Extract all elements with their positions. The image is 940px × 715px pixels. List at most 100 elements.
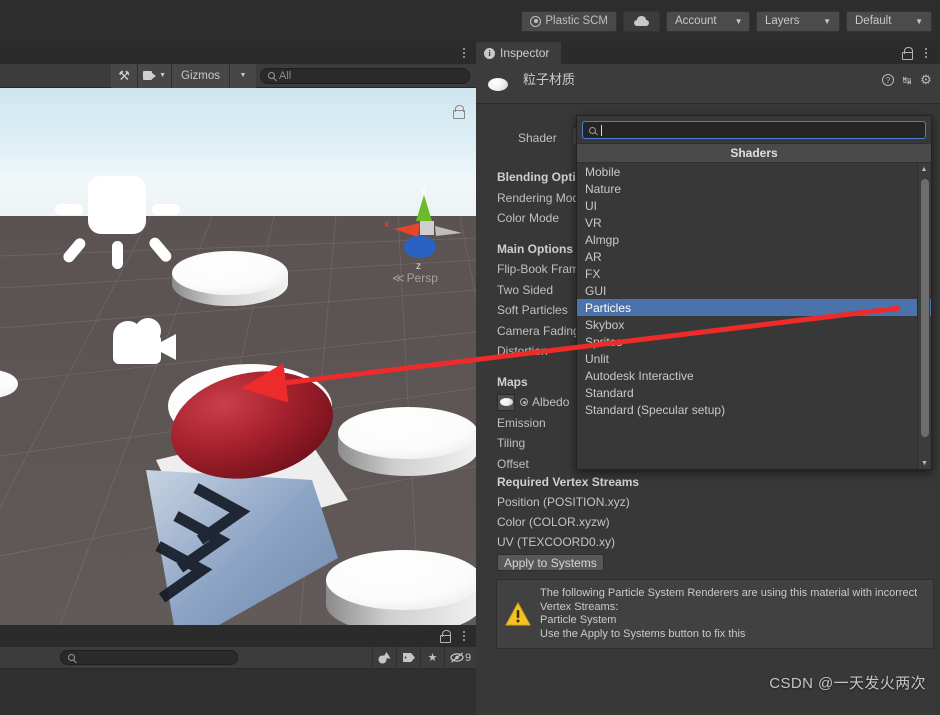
- project-tab-bar: [0, 625, 476, 647]
- search-icon: [68, 654, 75, 661]
- info-icon: i: [484, 47, 495, 59]
- scene-view-panel: ⚒ ▼ Gizmos ▼ All y x z ≪ Persp: [0, 42, 476, 625]
- cloud-icon: [634, 16, 649, 26]
- account-label: Account: [675, 15, 717, 27]
- shader-menu-item[interactable]: Almgp›: [577, 231, 931, 248]
- project-filter-icons: ★ 9: [372, 646, 476, 669]
- shader-popup-scrollbar[interactable]: ▲ ▼: [917, 163, 930, 469]
- gizmos-button[interactable]: Gizmos: [172, 63, 229, 88]
- vertex-stream-item: Position (POSITION.xyz): [497, 495, 630, 509]
- shader-search-wrap: [577, 116, 931, 143]
- scene-objects: [0, 176, 476, 625]
- shader-menu-item[interactable]: Particles›: [577, 299, 931, 316]
- shader-menu-item-label: VR: [585, 215, 602, 230]
- inspector-tab-bar: i Inspector: [476, 42, 940, 64]
- shader-menu-item[interactable]: Mobile›: [577, 163, 931, 180]
- account-dropdown[interactable]: Account ▼: [666, 10, 750, 32]
- shader-menu-item[interactable]: Standard (Specular setup): [577, 401, 931, 418]
- project-search-input[interactable]: [60, 650, 238, 665]
- warning-line: Particle System: [540, 614, 617, 626]
- help-icon[interactable]: ?: [882, 74, 894, 86]
- textured-quad-mesh: [146, 470, 338, 625]
- shader-field-label: Shader: [518, 131, 557, 145]
- chevron-down-icon: ▼: [159, 72, 167, 79]
- chevron-down-icon: ▼: [915, 16, 923, 26]
- star-icon[interactable]: ★: [420, 646, 444, 669]
- shader-menu-item-label: Particles: [585, 300, 632, 315]
- hidden-assets-indicator[interactable]: 9: [444, 646, 476, 669]
- viewport-lock-icon[interactable]: [452, 105, 465, 119]
- project-lock-icon[interactable]: [439, 629, 451, 643]
- gear-icon[interactable]: ⚙: [920, 72, 932, 87]
- cylinder-mesh: [338, 407, 476, 476]
- shader-search-input[interactable]: [582, 121, 926, 139]
- project-toolbar: ★ 9: [0, 646, 476, 669]
- projection-label-text: Persp: [406, 271, 438, 285]
- scrollbar-thumb[interactable]: [920, 179, 929, 437]
- tab-inspector[interactable]: i Inspector: [476, 42, 562, 64]
- scene-camera-button[interactable]: ▼: [138, 63, 172, 88]
- camera-gizmo-icon: [113, 318, 176, 364]
- inspector-panel: i Inspector 粒子材质 ? ↹ ⚙ Shader Particles/…: [476, 42, 940, 715]
- shader-menu-item[interactable]: AR›: [577, 248, 931, 265]
- material-preview-thumbnail[interactable]: [485, 72, 511, 96]
- shader-menu-item[interactable]: UI›: [577, 197, 931, 214]
- eye-off-icon: [450, 652, 464, 663]
- radio-dot-icon[interactable]: [520, 398, 528, 407]
- shader-menu-item-label: Skybox: [585, 317, 625, 332]
- chevron-down-icon: ▼: [734, 16, 743, 26]
- layers-dropdown[interactable]: Layers ▼: [756, 10, 840, 32]
- shader-menu-item[interactable]: FX›: [577, 265, 931, 282]
- texture-swatch-icon[interactable]: [497, 393, 515, 411]
- shader-menu-item[interactable]: Sprites›: [577, 333, 931, 350]
- shader-menu-item[interactable]: Autodesk Interactive: [577, 367, 931, 384]
- scroll-down-arrow-icon[interactable]: ▼: [918, 457, 931, 469]
- label-filter-icon[interactable]: [396, 646, 420, 669]
- shader-menu-item[interactable]: Skybox›: [577, 316, 931, 333]
- warning-line: The following Particle System Renderers …: [540, 587, 918, 599]
- material-sphere-icon: [488, 77, 508, 91]
- material-name-label: 粒子材质: [523, 72, 576, 87]
- plastic-scm-button[interactable]: Plastic SCM: [521, 10, 617, 32]
- inspector-kebab-menu-icon[interactable]: [920, 46, 932, 60]
- warning-triangle-icon: [505, 602, 531, 626]
- shader-menu-item-label: AR: [585, 249, 602, 264]
- scroll-up-arrow-icon[interactable]: ▲: [918, 163, 930, 175]
- shader-menu-item[interactable]: GUI›: [577, 282, 931, 299]
- shader-menu-item[interactable]: Nature›: [577, 180, 931, 197]
- shader-menu-item[interactable]: Standard: [577, 384, 931, 401]
- vertex-streams-heading: Required Vertex Streams: [497, 475, 640, 489]
- search-icon: [589, 126, 596, 134]
- project-kebab-menu-icon[interactable]: [458, 629, 470, 643]
- scene-orientation-gizmo[interactable]: y x z: [380, 181, 470, 276]
- cylinder-mesh: [172, 251, 288, 306]
- asset-type-filter-icon[interactable]: [372, 646, 396, 669]
- preset-icon[interactable]: ↹: [901, 74, 913, 87]
- layout-dropdown[interactable]: Default ▼: [846, 10, 932, 32]
- shader-dropdown-popup[interactable]: Shaders Mobile›Nature›UI›VR›Almgp›AR›FX›…: [576, 115, 932, 470]
- hidden-assets-count: 9: [464, 651, 472, 664]
- shader-menu-item[interactable]: VR›: [577, 214, 931, 231]
- gizmos-dropdown[interactable]: ▼: [230, 63, 256, 88]
- warning-message: The following Particle System Renderers …: [540, 587, 917, 641]
- shader-menu-item-label: FX: [585, 266, 601, 281]
- text-caret: [601, 124, 602, 136]
- scene-kebab-menu-icon[interactable]: [458, 46, 470, 60]
- cylinder-mesh: [326, 550, 476, 625]
- scene-tools-button[interactable]: ⚒: [111, 63, 138, 88]
- projection-mode-label[interactable]: ≪ Persp: [392, 271, 438, 285]
- scene-search-input[interactable]: All: [260, 67, 470, 84]
- gizmos-label: Gizmos: [181, 69, 220, 82]
- project-asset-area[interactable]: [0, 669, 476, 715]
- inspector-lock-icon[interactable]: [901, 46, 913, 60]
- scene-viewport[interactable]: y x z ≪ Persp: [0, 88, 476, 625]
- gizmo-x-label: x: [384, 219, 389, 230]
- watermark-text: CSDN @一天发火两次: [769, 675, 926, 692]
- cloud-button[interactable]: [623, 10, 660, 32]
- shader-menu-item-label: Standard (Specular setup): [585, 402, 726, 417]
- shader-popup-title: Shaders: [577, 143, 931, 163]
- apply-to-systems-button[interactable]: Apply to Systems: [497, 554, 604, 571]
- shader-menu-item[interactable]: Unlit›: [577, 350, 931, 367]
- chevron-down-icon: ▼: [823, 16, 831, 26]
- shader-menu-item-label: Unlit: [585, 351, 610, 366]
